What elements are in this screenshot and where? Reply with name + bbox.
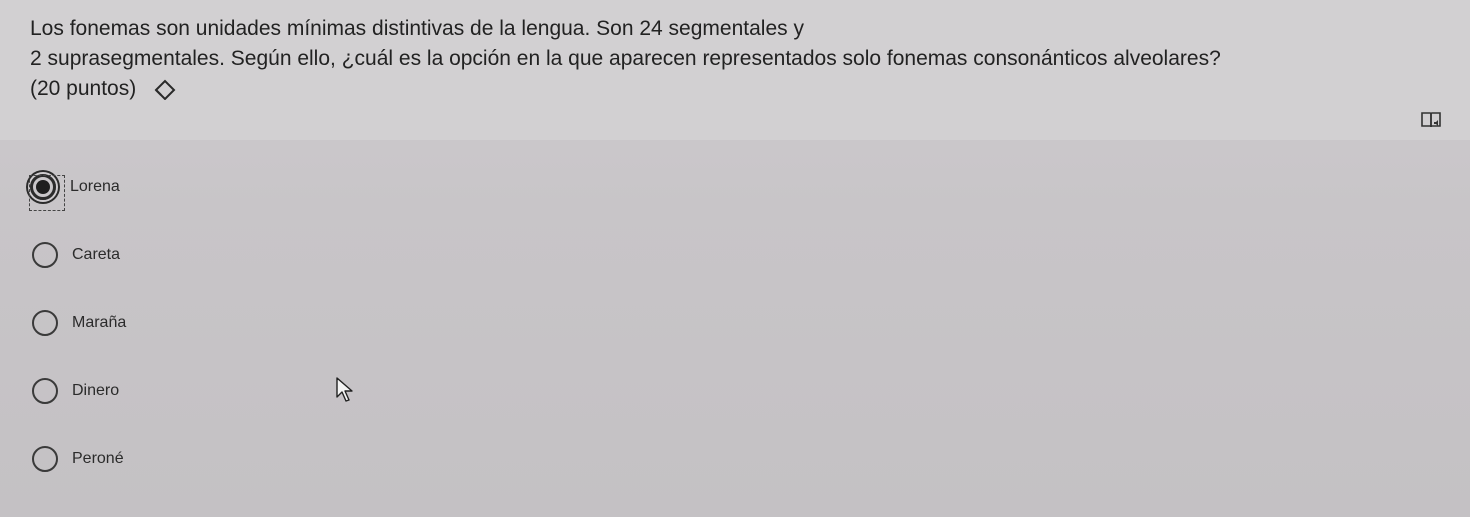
- question-line-2: 2 suprasegmentales. Según ello, ¿cuál es…: [30, 47, 1221, 70]
- option-lorena[interactable]: Lorena: [26, 170, 126, 238]
- radio-button[interactable]: [32, 242, 58, 268]
- radio-button[interactable]: [32, 446, 58, 472]
- option-label: Dinero: [72, 382, 120, 399]
- option-dinero[interactable]: Dinero: [26, 374, 126, 442]
- option-careta[interactable]: Careta: [26, 238, 126, 306]
- question-text: Los fonemas son unidades mínimas distint…: [30, 14, 1410, 104]
- focus-ring: [29, 175, 65, 211]
- radio-button[interactable]: [32, 378, 58, 404]
- option-perone[interactable]: Peroné: [26, 442, 126, 510]
- question-points: (20 puntos): [30, 77, 137, 100]
- question-line-1: Los fonemas son unidades mínimas distint…: [30, 17, 804, 40]
- option-label: Peroné: [72, 450, 124, 467]
- answer-options: Lorena Careta Maraña Dinero Peroné: [26, 170, 126, 510]
- quiz-page: Los fonemas son unidades mínimas distint…: [0, 0, 1470, 517]
- radio-selected[interactable]: [29, 174, 65, 211]
- option-label: Lorena: [70, 178, 120, 195]
- option-label: Careta: [72, 246, 121, 263]
- option-marana[interactable]: Maraña: [26, 306, 126, 374]
- pencil-eraser-icon: [154, 80, 176, 101]
- option-label: Maraña: [72, 314, 127, 331]
- radio-button[interactable]: [32, 310, 58, 336]
- immersive-reader-icon[interactable]: [1420, 110, 1442, 130]
- mouse-pointer-icon: [336, 377, 353, 402]
